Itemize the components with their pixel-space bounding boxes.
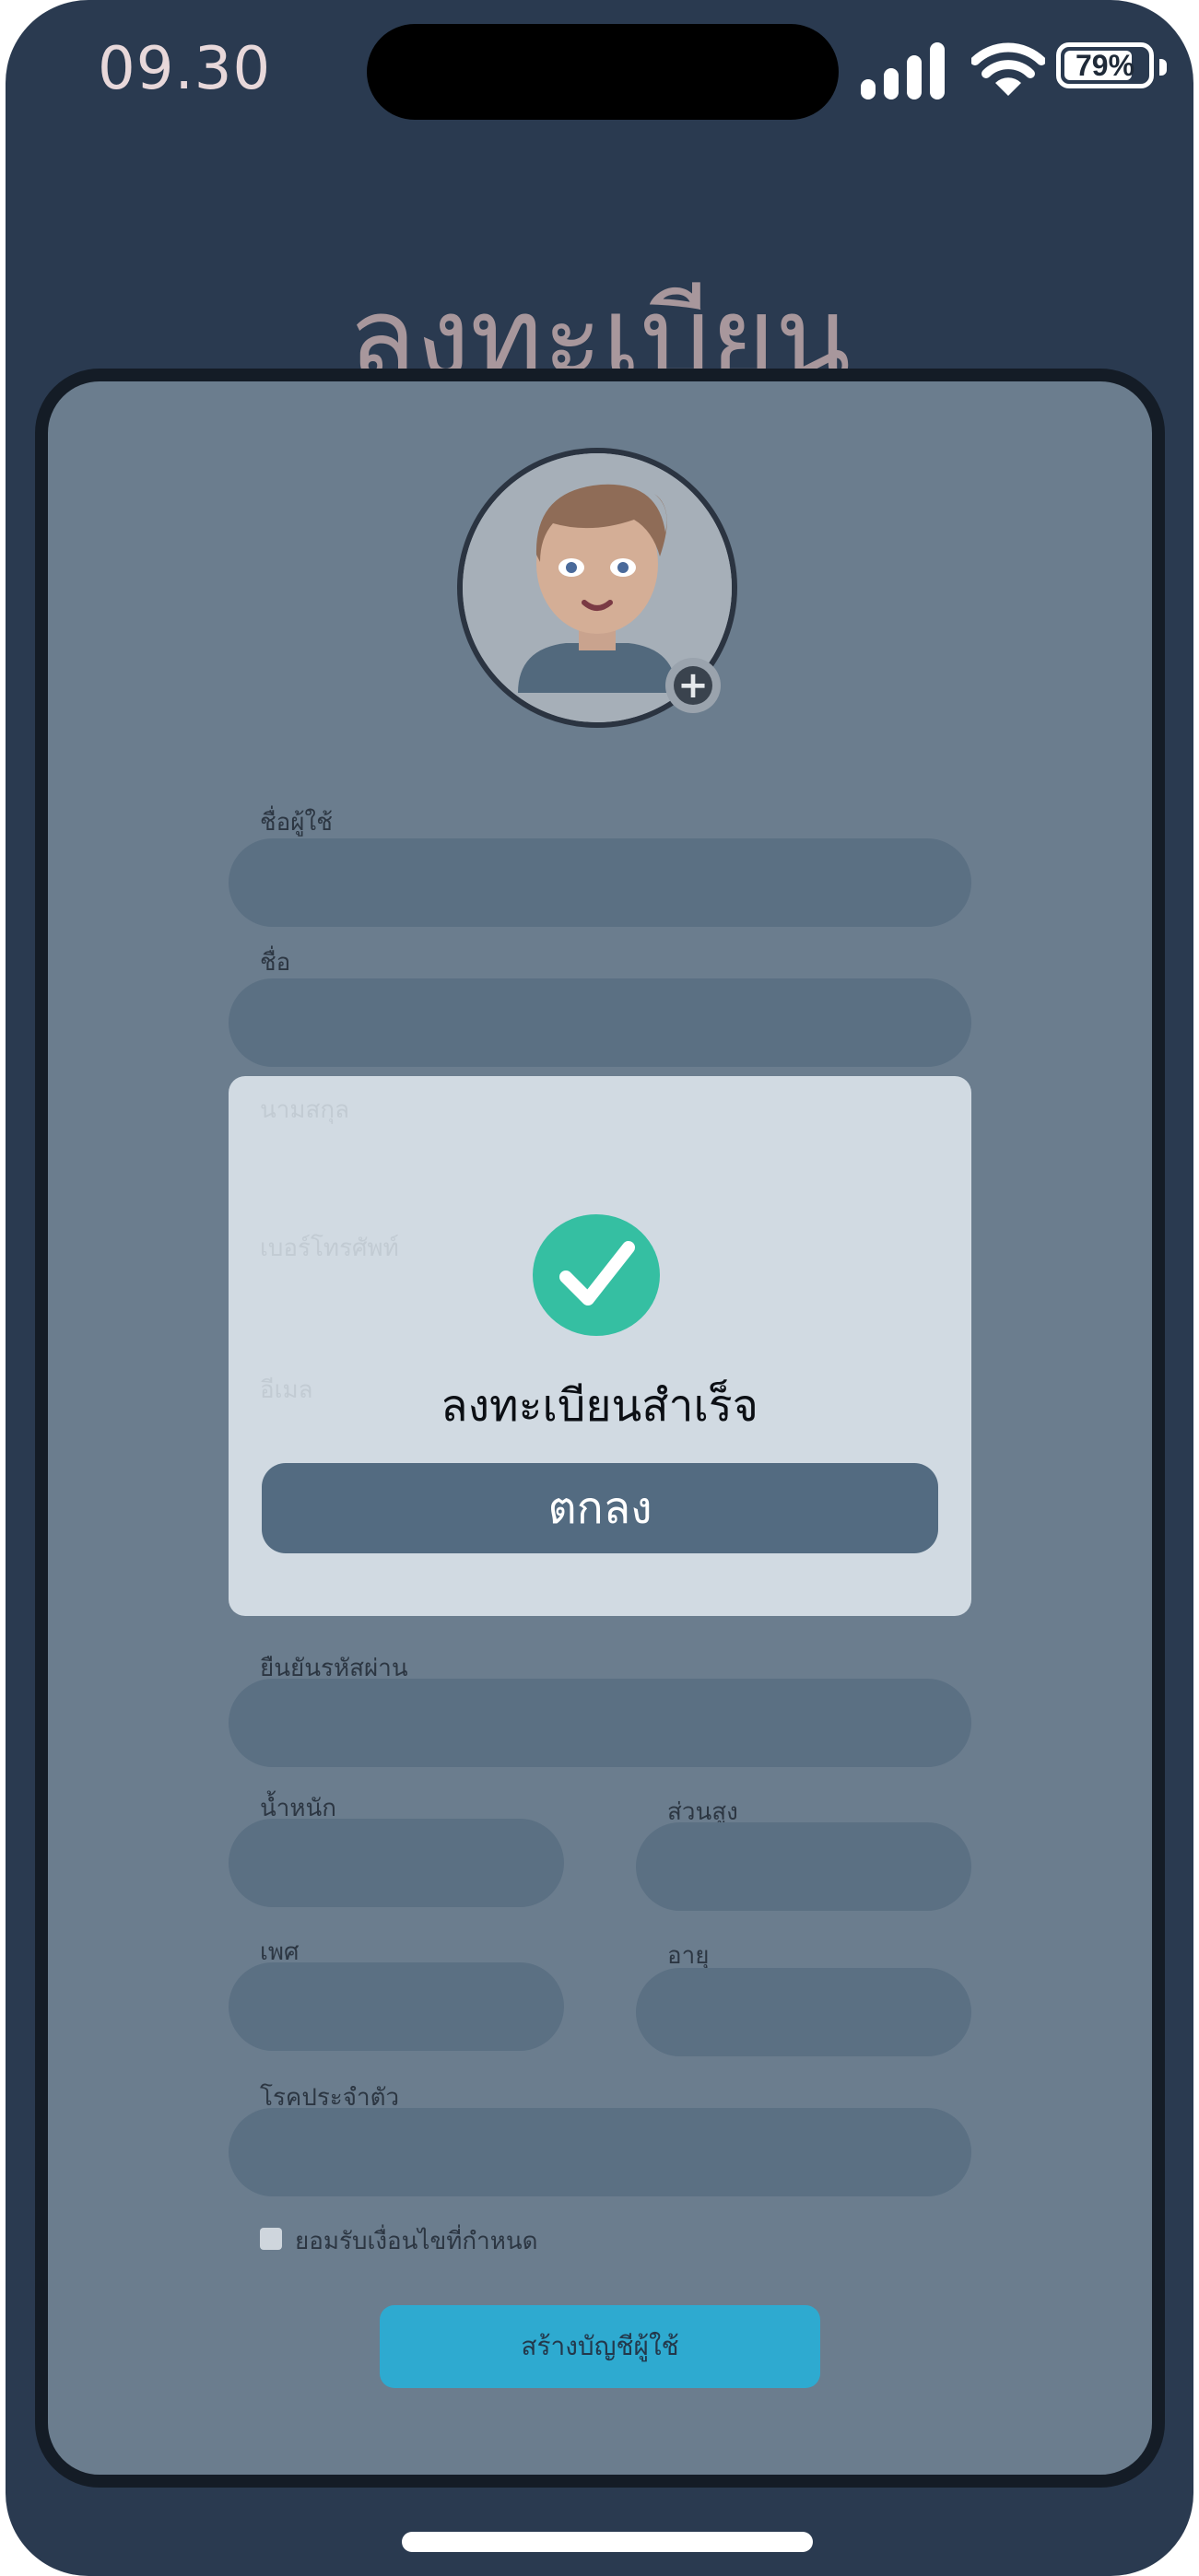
phone-label: เบอร์โทรศัพท์ [260, 1235, 399, 1262]
gender-field[interactable] [229, 1962, 564, 2051]
terms-checkbox[interactable] [260, 2228, 282, 2250]
age-field[interactable] [636, 1968, 971, 2056]
firstname-field[interactable] [229, 978, 971, 1067]
success-message: ลงทะเบียนสำเร็จ [441, 1380, 758, 1432]
username-label: ชื่อผู้ใช้ [260, 809, 333, 837]
plus-icon: + [674, 666, 712, 705]
weight-field[interactable] [229, 1819, 564, 1907]
lastname-label: นามสกุล [260, 1096, 350, 1124]
check-circle-icon [533, 1214, 660, 1336]
terms-label: ยอมรับเงื่อนไขที่กำหนด [295, 2228, 538, 2255]
create-account-button[interactable]: สร้างบัญชีผู้ใช้ [380, 2305, 820, 2388]
disease-field[interactable] [229, 2108, 971, 2196]
status-time: 09.30 [98, 35, 272, 103]
confirm-password-field[interactable] [229, 1679, 971, 1767]
username-field[interactable] [229, 838, 971, 927]
height-field[interactable] [636, 1822, 971, 1911]
battery-tip [1159, 59, 1167, 76]
dynamic-island [367, 24, 839, 120]
battery-icon: 79% [1056, 42, 1154, 88]
firstname-label: ชื่อ [260, 949, 291, 977]
battery-percent: 79% [1075, 48, 1135, 82]
ok-button[interactable]: ตกลง [262, 1463, 938, 1553]
add-photo-button[interactable]: + [665, 658, 721, 713]
wifi-icon [971, 42, 1045, 96]
cellular-signal-icon [861, 42, 946, 100]
home-indicator[interactable] [402, 2532, 813, 2552]
